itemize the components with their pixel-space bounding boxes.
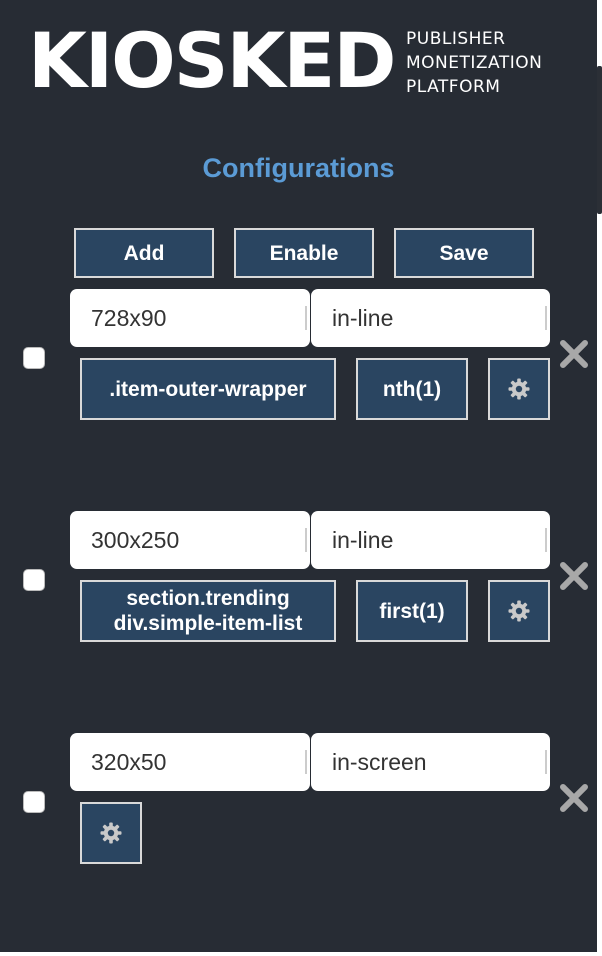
size-field[interactable]: 300x250 (70, 511, 310, 569)
position-button[interactable]: nth(1) (356, 358, 468, 420)
settings-button[interactable] (488, 358, 550, 420)
placement-field[interactable]: in-screen (311, 733, 550, 791)
enable-button[interactable]: Enable (234, 228, 374, 278)
add-button[interactable]: Add (74, 228, 214, 278)
size-field[interactable]: 320x50 (70, 733, 310, 791)
tagline-line: PLATFORM (406, 77, 501, 97)
gear-icon (508, 600, 530, 622)
save-button[interactable]: Save (394, 228, 534, 278)
field-divider (545, 306, 547, 330)
close-icon[interactable] (558, 782, 590, 814)
size-field[interactable]: 728x90 (70, 289, 310, 347)
kiosked-logo: KIOSKED (28, 16, 396, 105)
config-select-checkbox[interactable] (23, 791, 45, 813)
scrollbar-thumb[interactable] (597, 66, 602, 214)
close-icon[interactable] (558, 338, 590, 370)
gear-icon (508, 378, 530, 400)
gear-icon (100, 822, 122, 844)
config-select-checkbox[interactable] (23, 569, 45, 591)
tagline-line: MONETIZATION (406, 53, 543, 73)
config-panel: KIOSKED PUBLISHER MONETIZATION PLATFORM … (0, 0, 597, 952)
placement-field[interactable]: in-line (311, 511, 550, 569)
logo-tagline: PUBLISHER MONETIZATION PLATFORM (406, 27, 542, 99)
close-icon[interactable] (558, 560, 590, 592)
settings-button[interactable] (80, 802, 142, 864)
field-divider (545, 528, 547, 552)
selector-line: div.simple-item-list (113, 612, 303, 635)
field-divider (305, 306, 307, 330)
field-divider (545, 750, 547, 774)
field-divider (305, 750, 307, 774)
position-button[interactable]: first(1) (356, 580, 468, 642)
config-select-checkbox[interactable] (23, 347, 45, 369)
settings-button[interactable] (488, 580, 550, 642)
placement-field[interactable]: in-line (311, 289, 550, 347)
selector-line: section.trending (126, 587, 290, 610)
selector-button[interactable]: .item-outer-wrapper (80, 358, 336, 420)
page-title: Configurations (202, 153, 395, 183)
scrollbar[interactable] (597, 0, 602, 952)
tagline-line: PUBLISHER (406, 29, 506, 49)
selector-button[interactable]: section.trending div.simple-item-list (80, 580, 336, 642)
field-divider (305, 528, 307, 552)
